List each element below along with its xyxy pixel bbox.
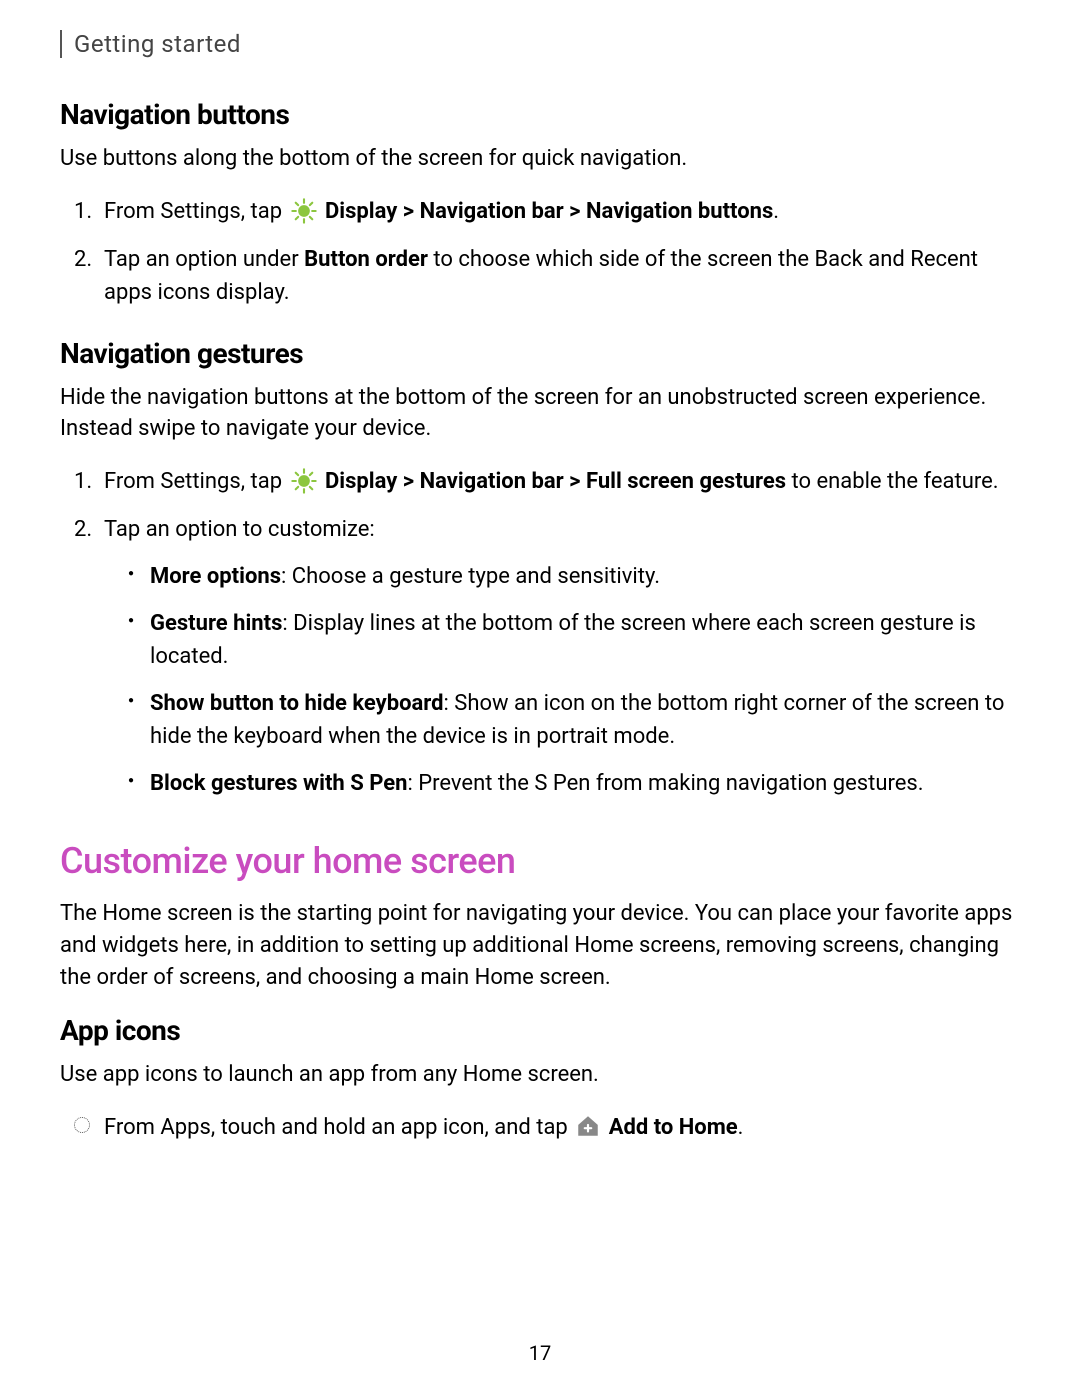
heading-app-icons: App icons bbox=[60, 1014, 1020, 1047]
brightness-icon bbox=[290, 466, 318, 499]
step-text-pre: From Settings, tap bbox=[104, 199, 288, 224]
heading-navigation-gestures: Navigation gestures bbox=[60, 337, 1020, 370]
bullet-bold: Gesture hints bbox=[150, 611, 282, 636]
desc-app-icons: Use app icons to launch an app from any … bbox=[60, 1059, 1020, 1091]
step-text-pre: From Settings, tap bbox=[104, 469, 288, 494]
bullet-post: : Prevent the S Pen from making navigati… bbox=[407, 771, 923, 796]
breadcrumb-text: Getting started bbox=[74, 30, 241, 58]
bullet-pre: From Apps, touch and hold an app icon, a… bbox=[104, 1115, 573, 1140]
steps-navigation-buttons: From Settings, tap Display > Navigation … bbox=[60, 195, 1020, 309]
circle-list-app-icons: From Apps, touch and hold an app icon, a… bbox=[60, 1111, 1020, 1145]
desc-customize-home: The Home screen is the starting point fo… bbox=[60, 898, 1020, 994]
circle-list-item: From Apps, touch and hold an app icon, a… bbox=[60, 1111, 1020, 1145]
step-text-post: to enable the feature. bbox=[786, 469, 999, 494]
page-number: 17 bbox=[0, 1341, 1080, 1365]
bullet-bold: Add to Home bbox=[609, 1115, 738, 1140]
bullet-post: . bbox=[738, 1115, 744, 1140]
step-item: Tap an option to customize: More options… bbox=[60, 513, 1020, 800]
steps-navigation-gestures: From Settings, tap Display > Navigation … bbox=[60, 465, 1020, 800]
heading-navigation-buttons: Navigation buttons bbox=[60, 98, 1020, 131]
step-item: Tap an option under Button order to choo… bbox=[60, 243, 1020, 309]
step-text-bold: Display > Navigation bar > Full screen g… bbox=[325, 469, 786, 494]
sub-bullet-item: Gesture hints: Display lines at the bott… bbox=[124, 607, 1020, 673]
bullet-post: : Choose a gesture type and sensitivity. bbox=[281, 564, 660, 589]
step-item: From Settings, tap Display > Navigation … bbox=[60, 465, 1020, 499]
desc-navigation-buttons: Use buttons along the bottom of the scre… bbox=[60, 143, 1020, 175]
step-item: From Settings, tap Display > Navigation … bbox=[60, 195, 1020, 229]
bullet-bold: Show button to hide keyboard bbox=[150, 691, 444, 716]
brightness-icon bbox=[290, 196, 318, 229]
sub-bullets: More options: Choose a gesture type and … bbox=[124, 560, 1020, 800]
step-text: Tap an option to customize: bbox=[104, 517, 375, 542]
step-text-post: . bbox=[773, 199, 779, 224]
step-text-pre: Tap an option under bbox=[104, 247, 304, 272]
sub-bullet-item: Block gestures with S Pen: Prevent the S… bbox=[124, 767, 1020, 800]
bullet-bold: Block gestures with S Pen bbox=[150, 771, 407, 796]
bullet-bold: More options bbox=[150, 564, 281, 589]
step-text-bold: Display > Navigation bar > Navigation bu… bbox=[325, 199, 773, 224]
desc-navigation-gestures: Hide the navigation buttons at the botto… bbox=[60, 382, 1020, 446]
sub-bullet-item: Show button to hide keyboard: Show an ic… bbox=[124, 687, 1020, 753]
step-text-bold: Button order bbox=[304, 247, 428, 272]
breadcrumb-header: Getting started bbox=[60, 30, 1020, 58]
sub-bullet-item: More options: Choose a gesture type and … bbox=[124, 560, 1020, 593]
home-plus-icon bbox=[575, 1111, 601, 1144]
heading-customize-home: Customize your home screen bbox=[60, 840, 1020, 882]
